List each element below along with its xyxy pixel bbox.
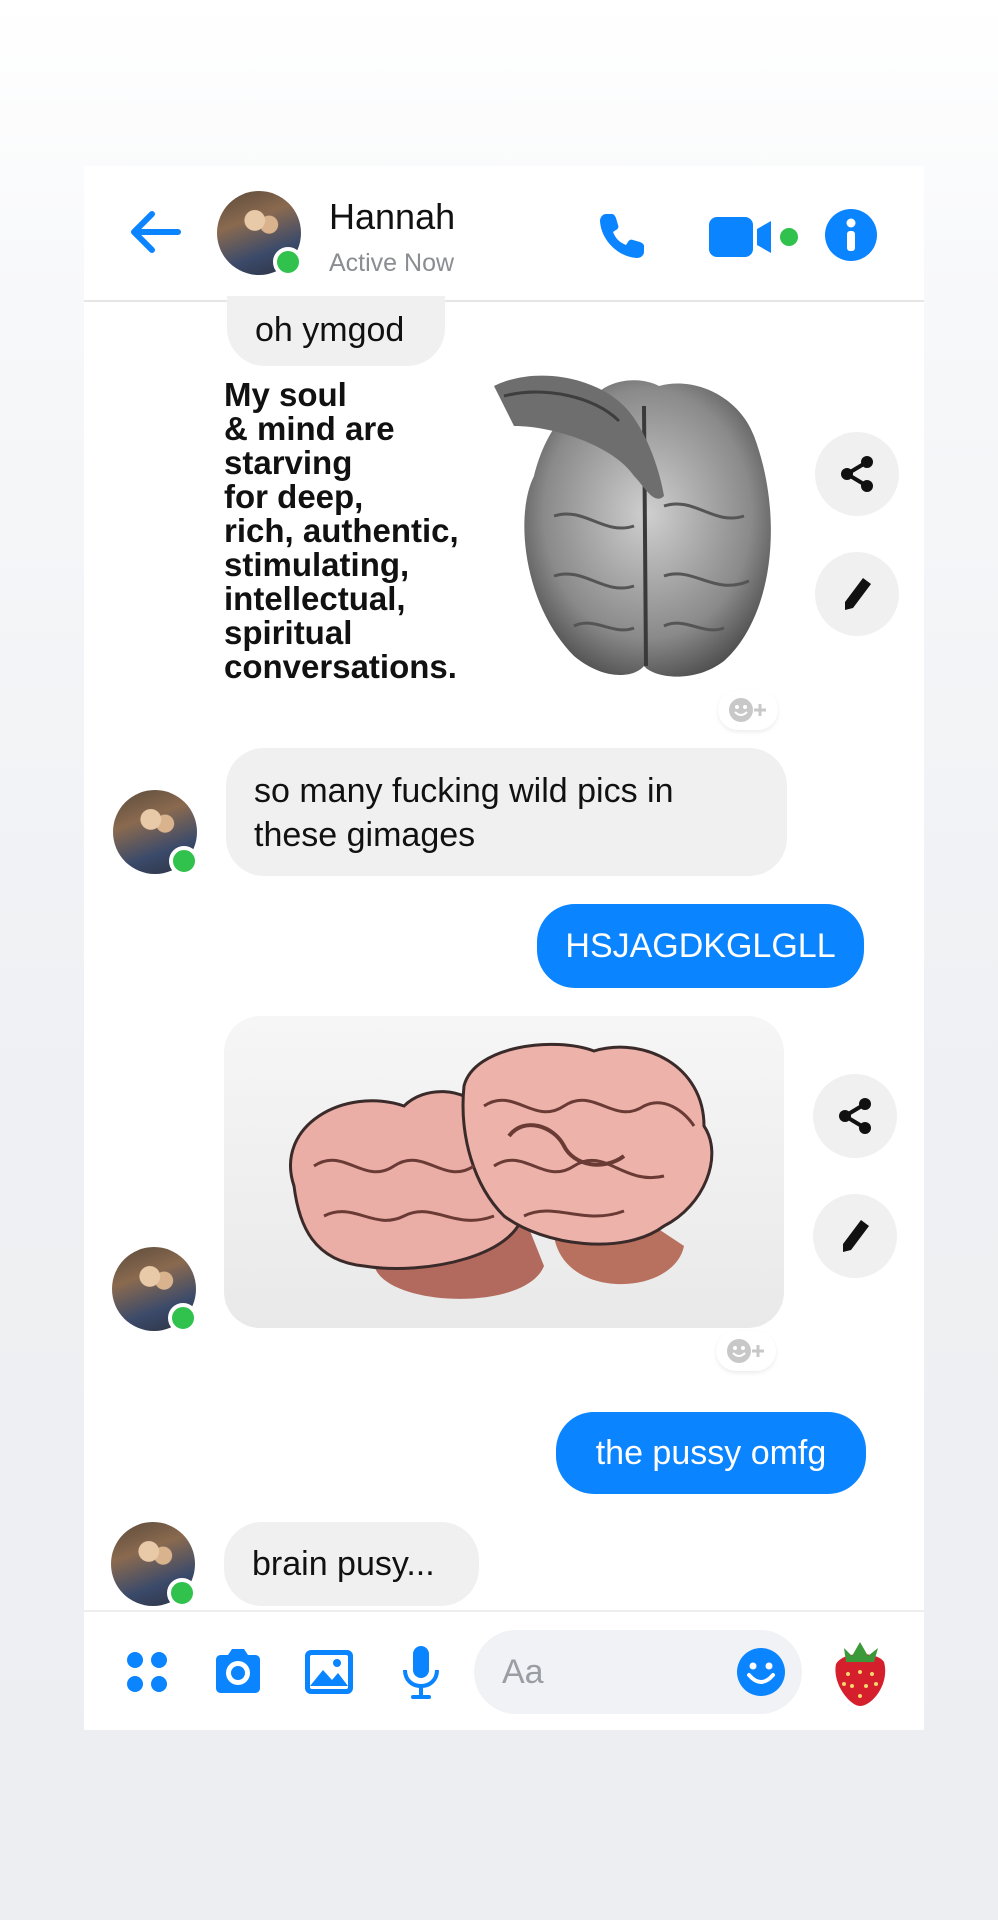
camera-button[interactable] (208, 1642, 268, 1702)
edit-button[interactable] (813, 1194, 897, 1278)
message-input[interactable]: Aa (474, 1630, 802, 1714)
message-bubble-incoming[interactable]: oh ymgod (227, 296, 445, 366)
brain-image[interactable] (224, 1016, 784, 1328)
contact-avatar[interactable] (111, 1522, 197, 1608)
voice-button[interactable] (391, 1642, 451, 1702)
conversation-header: Hannah Active Now (84, 166, 924, 302)
gallery-icon (305, 1650, 353, 1694)
contact-avatar[interactable] (113, 790, 199, 876)
message-bubble-outgoing[interactable]: HSJAGDKGLGLL (537, 904, 864, 988)
contact-avatar[interactable] (217, 191, 303, 277)
meme-caption: My soul & mind are starving for deep, ri… (224, 376, 459, 685)
back-arrow-icon (131, 211, 181, 253)
audio-call-button[interactable] (594, 208, 650, 264)
pink-brain-image (289, 1042, 714, 1299)
quick-reaction-button[interactable] (822, 1634, 898, 1710)
meme-image[interactable]: My soul & mind are starving for deep, ri… (224, 366, 779, 696)
gray-brain-image (494, 375, 771, 677)
add-reaction-icon (729, 698, 766, 722)
apps-grid-icon (127, 1652, 167, 1692)
info-icon (825, 209, 877, 261)
gallery-button[interactable] (299, 1642, 359, 1702)
phone-icon (600, 214, 644, 258)
strawberry-icon (835, 1642, 886, 1706)
contact-avatar[interactable] (112, 1247, 198, 1333)
add-reaction-icon (727, 1339, 764, 1363)
add-reaction-button[interactable] (716, 1331, 776, 1371)
message-input-placeholder: Aa (502, 1653, 544, 1691)
message-bubble-incoming[interactable]: brain pusy... (224, 1522, 479, 1606)
video-call-button[interactable] (709, 211, 805, 263)
pencil-icon (843, 1220, 869, 1252)
online-indicator (168, 1303, 198, 1333)
info-button[interactable] (824, 208, 878, 262)
messenger-screen: Hannah Active Now oh ymgod My soul & min (84, 166, 924, 1730)
video-camera-icon (709, 217, 798, 257)
edit-button[interactable] (815, 552, 899, 636)
camera-icon (216, 1649, 260, 1693)
share-button[interactable] (815, 432, 899, 516)
add-reaction-button[interactable] (718, 690, 778, 730)
message-bubble-outgoing[interactable]: the pussy omfg (556, 1412, 866, 1494)
share-icon (839, 1098, 871, 1134)
message-bubble-incoming[interactable]: so many fucking wild pics in these gimag… (226, 748, 787, 876)
online-indicator (167, 1578, 197, 1608)
share-button[interactable] (813, 1074, 897, 1158)
active-status: Active Now (329, 249, 455, 277)
online-indicator (169, 846, 199, 876)
back-button[interactable] (124, 202, 184, 262)
emoji-icon[interactable] (736, 1647, 786, 1697)
share-icon (841, 456, 873, 492)
message-composer: Aa (84, 1610, 924, 1730)
contact-name[interactable]: Hannah (329, 196, 455, 238)
microphone-icon (403, 1646, 439, 1699)
online-indicator (273, 247, 303, 277)
apps-button[interactable] (117, 1642, 177, 1702)
pencil-icon (845, 578, 871, 610)
